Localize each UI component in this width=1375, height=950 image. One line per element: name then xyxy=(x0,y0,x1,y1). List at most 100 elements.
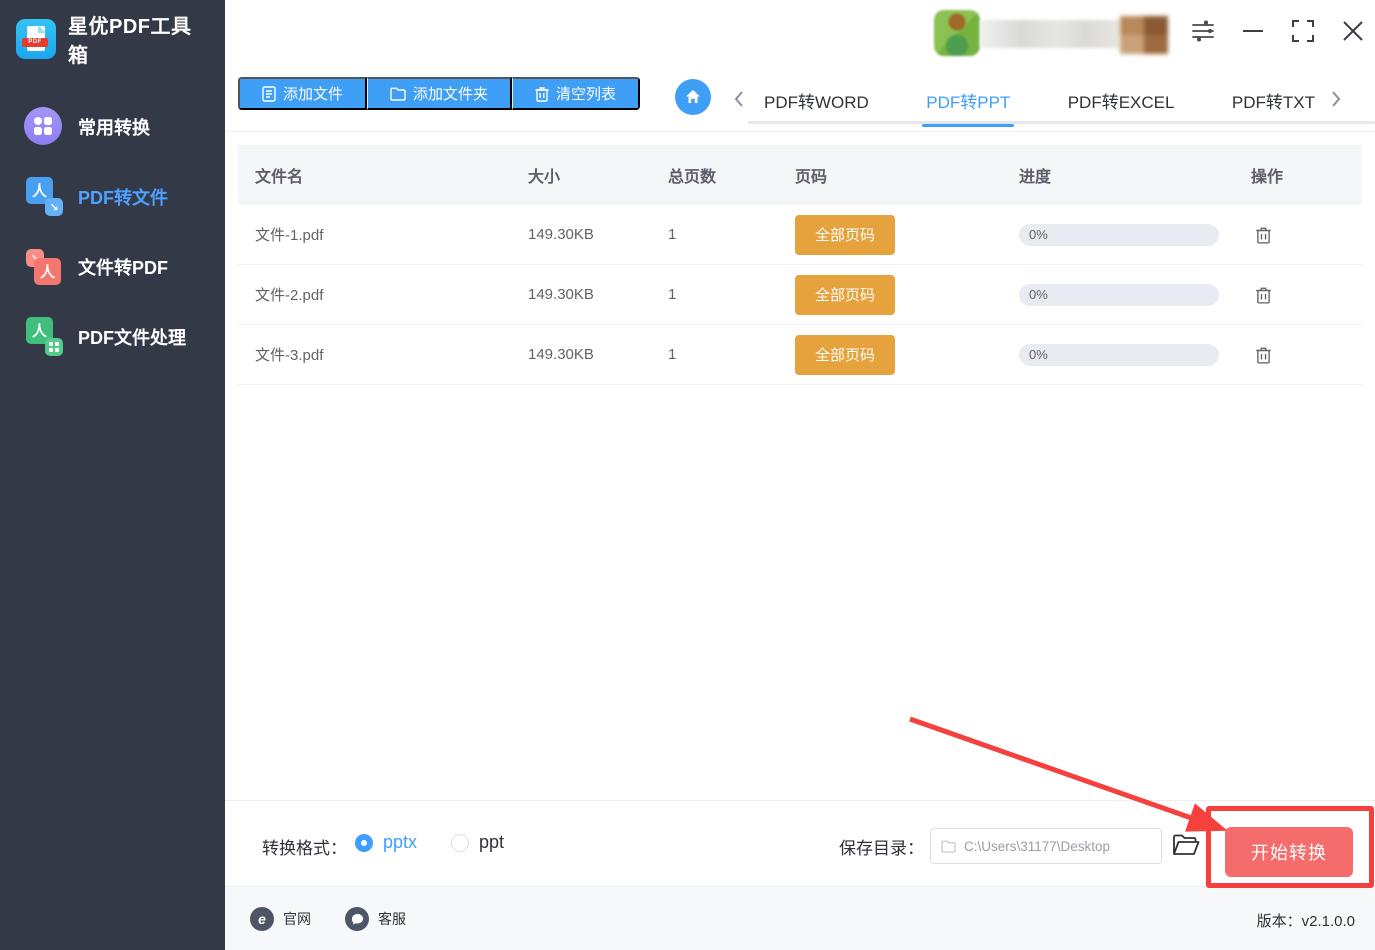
file-icon xyxy=(262,85,276,102)
table-row: 文件-3.pdf 149.30KB 1 全部页码 0% xyxy=(238,325,1362,385)
delete-file-button[interactable] xyxy=(1253,284,1274,306)
sidebar-item-pdf-process[interactable]: 人 PDF文件处理 xyxy=(0,302,225,372)
common-convert-icon xyxy=(24,107,64,147)
progress-bar: 0% xyxy=(1019,283,1219,306)
trash-icon xyxy=(1256,287,1271,304)
maximize-icon[interactable] xyxy=(1289,17,1317,45)
trash-icon xyxy=(1256,347,1271,364)
col-filename: 文件名 xyxy=(255,169,304,186)
username-blur xyxy=(980,20,1120,48)
app-window: PDF 星优PDF工具箱 常用转换 人 ↘ PDF转文件 ↘ xyxy=(0,0,1375,950)
col-pages: 总页数 xyxy=(668,169,717,186)
official-site-link[interactable]: e 官网 xyxy=(250,907,311,931)
globe-e-icon: e xyxy=(250,907,274,931)
close-icon[interactable] xyxy=(1339,17,1367,45)
save-dir-label: 保存目录： xyxy=(839,839,924,858)
header-divider xyxy=(225,131,1375,132)
sidebar: PDF 星优PDF工具箱 常用转换 人 ↘ PDF转文件 ↘ xyxy=(0,0,225,950)
folder-icon xyxy=(941,840,956,853)
progress-bar: 0% xyxy=(1019,223,1219,246)
minimize-icon[interactable] xyxy=(1239,17,1267,45)
sidebar-menu: 常用转换 人 ↘ PDF转文件 ↘ 人 文件转PDF 人 xyxy=(0,92,225,372)
clear-list-button[interactable]: 清空列表 xyxy=(512,77,641,110)
delete-file-button[interactable] xyxy=(1253,344,1274,366)
version-text: 版本：v2.1.0.0 xyxy=(1256,913,1355,930)
progress-value: 0% xyxy=(1029,287,1048,302)
pdf-process-icon: 人 xyxy=(24,317,64,357)
footer: e 官网 客服 版本：v2.1.0.0 xyxy=(225,886,1375,950)
col-progress: 进度 xyxy=(1019,169,1052,186)
tabs-scroll-left-icon[interactable] xyxy=(728,87,750,111)
delete-file-button[interactable] xyxy=(1253,224,1274,246)
sidebar-item-pdf-to-file[interactable]: 人 ↘ PDF转文件 xyxy=(0,162,225,232)
sidebar-item-label: 常用转换 xyxy=(78,118,150,138)
page-range-button[interactable]: 全部页码 xyxy=(795,214,895,255)
table-header: 文件名 大小 总页数 页码 进度 操作 xyxy=(238,145,1362,205)
app-logo-icon: PDF xyxy=(16,19,56,59)
main-area: 添加文件 添加文件夹 清空列表 PDF转WORD PDF转PPT PDF转EXC… xyxy=(225,0,1375,950)
file-pages: 1 xyxy=(668,346,677,363)
radio-pptx[interactable]: pptx xyxy=(355,832,417,853)
sidebar-item-label: PDF文件处理 xyxy=(78,328,186,348)
col-size: 大小 xyxy=(528,169,561,186)
progress-value: 0% xyxy=(1029,227,1048,242)
file-pages: 1 xyxy=(668,286,677,303)
action-bar: 转换格式： pptx ppt 保存目录： C:\Users\31177\Desk… xyxy=(225,800,1375,886)
table-row: 文件-2.pdf 149.30KB 1 全部页码 0% xyxy=(238,265,1362,325)
page-range-button[interactable]: 全部页码 xyxy=(795,274,895,315)
file-to-pdf-icon: ↘ 人 xyxy=(24,247,64,287)
settings-sliders-icon[interactable] xyxy=(1189,17,1217,45)
start-convert-button[interactable]: 开始转换 xyxy=(1225,827,1353,877)
home-button[interactable] xyxy=(675,79,711,115)
file-size: 149.30KB xyxy=(528,346,594,363)
trash-icon xyxy=(535,86,549,102)
sidebar-item-label: PDF转文件 xyxy=(78,188,168,208)
save-path-value: C:\Users\31177\Desktop xyxy=(964,838,1111,854)
user-account-blurred xyxy=(928,6,1168,56)
tab-pdf-to-word[interactable]: PDF转WORD xyxy=(762,76,871,125)
page-range-button[interactable]: 全部页码 xyxy=(795,334,895,375)
pdf-to-file-icon: 人 ↘ xyxy=(24,177,64,217)
app-title: 星优PDF工具箱 xyxy=(68,16,192,67)
table-row: 文件-1.pdf 149.30KB 1 全部页码 0% xyxy=(238,205,1362,265)
add-file-button[interactable]: 添加文件 xyxy=(238,77,368,110)
file-name: 文件-3.pdf xyxy=(255,347,324,364)
sidebar-item-file-to-pdf[interactable]: ↘ 人 文件转PDF xyxy=(0,232,225,302)
format-label: 转换格式： xyxy=(262,839,347,858)
tabs-bar: PDF转WORD PDF转PPT PDF转EXCEL PDF转TXT xyxy=(720,76,1375,127)
tabs-scroll-right-icon[interactable] xyxy=(1325,87,1347,111)
tab-pdf-to-txt[interactable]: PDF转TXT xyxy=(1230,76,1317,125)
file-table: 文件名 大小 总页数 页码 进度 操作 文件-1.pdf 149.30KB 1 … xyxy=(238,145,1362,385)
app-logo-row: PDF 星优PDF工具箱 xyxy=(0,0,225,67)
col-actions: 操作 xyxy=(1251,169,1284,186)
chat-bubble-icon xyxy=(345,907,369,931)
file-name: 文件-1.pdf xyxy=(255,227,324,244)
sidebar-item-common-convert[interactable]: 常用转换 xyxy=(0,92,225,162)
radio-unselected-icon xyxy=(451,833,470,852)
tabs-underline-track xyxy=(748,121,1375,124)
sidebar-item-label: 文件转PDF xyxy=(78,258,168,278)
save-path-field[interactable]: C:\Users\31177\Desktop xyxy=(930,828,1162,864)
account-blur xyxy=(1120,16,1168,54)
trash-icon xyxy=(1256,227,1271,244)
add-folder-button[interactable]: 添加文件夹 xyxy=(367,77,513,110)
progress-value: 0% xyxy=(1029,347,1048,362)
avatar xyxy=(934,10,980,56)
file-size: 149.30KB xyxy=(528,286,594,303)
file-name: 文件-2.pdf xyxy=(255,287,324,304)
progress-bar: 0% xyxy=(1019,343,1219,366)
format-radio-group: pptx ppt xyxy=(355,832,504,853)
browse-folder-button[interactable] xyxy=(1172,833,1200,859)
folder-icon xyxy=(390,87,406,101)
file-toolbar: 添加文件 添加文件夹 清空列表 xyxy=(238,77,641,110)
radio-selected-icon xyxy=(355,833,373,852)
customer-service-link[interactable]: 客服 xyxy=(345,907,406,931)
radio-ppt[interactable]: ppt xyxy=(451,832,504,853)
file-pages: 1 xyxy=(668,226,677,243)
tab-pdf-to-ppt[interactable]: PDF转PPT xyxy=(922,76,1015,127)
col-pagerange: 页码 xyxy=(795,169,828,186)
tabs: PDF转WORD PDF转PPT PDF转EXCEL PDF转TXT xyxy=(762,76,1317,127)
file-size: 149.30KB xyxy=(528,226,594,243)
tab-pdf-to-excel[interactable]: PDF转EXCEL xyxy=(1066,76,1177,125)
folder-open-icon xyxy=(1173,834,1200,855)
